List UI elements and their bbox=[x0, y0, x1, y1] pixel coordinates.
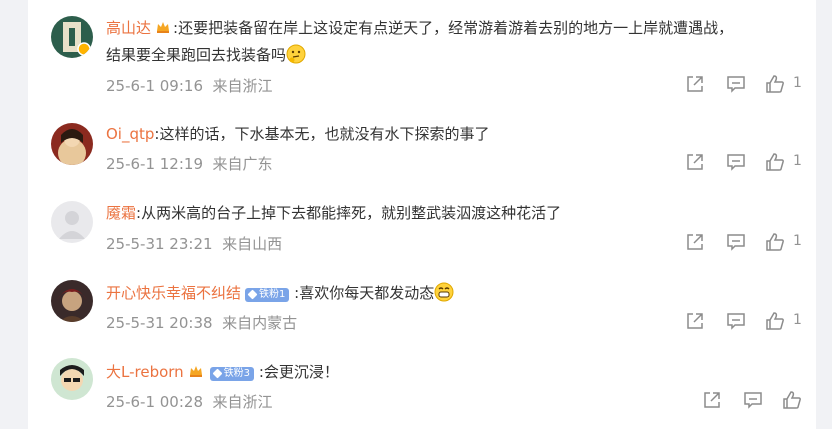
comment-meta: 25-6-1 12:19 来自广东 bbox=[106, 153, 273, 174]
comment-meta: 25-5-31 23:21 来自山西 bbox=[106, 233, 282, 254]
comment-body: :这样的话，下水基本无，也就没有水下探索的事了 bbox=[154, 125, 490, 143]
comment-text: 高山达 :还要把装备留在岸上这设定有点逆天了，经常游着游着去别的地方一上岸就遭遇战… bbox=[106, 15, 733, 41]
comment-location: 来自内蒙古 bbox=[222, 314, 298, 332]
grinning-face-icon bbox=[434, 282, 454, 302]
username[interactable]: 大L-reborn bbox=[106, 363, 184, 381]
comment-location: 来自浙江 bbox=[212, 77, 273, 95]
like-icon[interactable] bbox=[765, 232, 785, 252]
comment-date: 25-6-1 00:28 bbox=[106, 393, 203, 411]
crown-icon bbox=[155, 17, 171, 33]
thinking-face-icon bbox=[286, 44, 306, 64]
share-icon[interactable] bbox=[685, 74, 705, 94]
comment-location: 来自山西 bbox=[222, 235, 283, 253]
comment-text-cont: 结果要全果跑回去找装备吗 bbox=[106, 42, 306, 68]
comment-meta: 25-6-1 09:16 来自浙江 bbox=[106, 75, 273, 96]
comment-body-cont: 结果要全果跑回去找装备吗 bbox=[106, 46, 287, 64]
username[interactable]: 魇霜 bbox=[106, 204, 136, 222]
comment-body: :会更沉浸！ bbox=[258, 363, 339, 381]
share-icon[interactable] bbox=[685, 311, 705, 331]
like-count: 1 bbox=[793, 312, 802, 328]
comment-actions: 1 bbox=[685, 232, 805, 254]
share-icon[interactable] bbox=[685, 232, 705, 252]
comment-meta: 25-6-1 00:28 来自浙江 bbox=[106, 391, 273, 412]
comments-panel: 高山达 :还要把装备留在岸上这设定有点逆天了，经常游着游着去别的地方一上岸就遭遇战… bbox=[28, 0, 816, 429]
comment-date: 25-6-1 09:16 bbox=[106, 77, 203, 95]
like-icon[interactable] bbox=[782, 390, 802, 410]
comment-icon[interactable] bbox=[743, 390, 763, 410]
comment-icon[interactable] bbox=[726, 74, 746, 94]
comment-icon[interactable] bbox=[726, 311, 746, 331]
comment-body: :还要把装备留在岸上这设定有点逆天了，经常游着游着去别的地方一上岸就遭遇战， bbox=[173, 19, 734, 37]
username[interactable]: 高山达 bbox=[106, 19, 151, 37]
avatar[interactable] bbox=[51, 16, 93, 58]
comment-date: 25-5-31 23:21 bbox=[106, 235, 213, 253]
avatar[interactable] bbox=[51, 123, 93, 165]
comment-location: 来自广东 bbox=[212, 155, 273, 173]
avatar[interactable] bbox=[51, 201, 93, 243]
comment-location: 来自浙江 bbox=[212, 393, 273, 411]
username[interactable]: 开心快乐幸福不纠结 bbox=[106, 284, 241, 302]
like-icon[interactable] bbox=[765, 74, 785, 94]
comment-icon[interactable] bbox=[726, 232, 746, 252]
fan-badge: 铁粉1 bbox=[245, 288, 290, 302]
username[interactable]: Oi_qtp bbox=[106, 125, 154, 143]
comment-actions: 1 bbox=[685, 74, 805, 96]
like-count: 1 bbox=[793, 75, 802, 91]
fan-badge: 铁粉3 bbox=[209, 367, 255, 381]
comment-body: :喜欢你每天都发动态 bbox=[294, 284, 435, 302]
share-icon[interactable] bbox=[685, 152, 705, 172]
comment-actions: 1 bbox=[685, 152, 805, 174]
comment-meta: 25-5-31 20:38 来自内蒙古 bbox=[106, 312, 297, 333]
comment-actions bbox=[702, 390, 812, 412]
comment-date: 25-5-31 20:38 bbox=[106, 314, 213, 332]
comment-icon[interactable] bbox=[726, 152, 746, 172]
like-count: 1 bbox=[793, 233, 802, 249]
comment-text: 魇霜:从两米高的台子上掉下去都能摔死，就别整武装泅渡这种花活了 bbox=[106, 200, 561, 226]
avatar[interactable] bbox=[51, 280, 93, 322]
like-icon[interactable] bbox=[765, 311, 785, 331]
share-icon[interactable] bbox=[702, 390, 722, 410]
comment-body: :从两米高的台子上掉下去都能摔死，就别整武装泅渡这种花活了 bbox=[136, 204, 562, 222]
crown-icon bbox=[188, 361, 204, 377]
comment-date: 25-6-1 12:19 bbox=[106, 155, 203, 173]
comment-actions: 1 bbox=[685, 311, 805, 333]
comment-text: 大L-reborn 铁粉3 :会更沉浸！ bbox=[106, 359, 339, 385]
comment-text: Oi_qtp:这样的话，下水基本无，也就没有水下探索的事了 bbox=[106, 121, 489, 147]
comment-text: 开心快乐幸福不纠结 铁粉1 :喜欢你每天都发动态 bbox=[106, 280, 454, 306]
like-count: 1 bbox=[793, 153, 802, 169]
avatar[interactable] bbox=[51, 358, 93, 400]
like-icon[interactable] bbox=[765, 152, 785, 172]
